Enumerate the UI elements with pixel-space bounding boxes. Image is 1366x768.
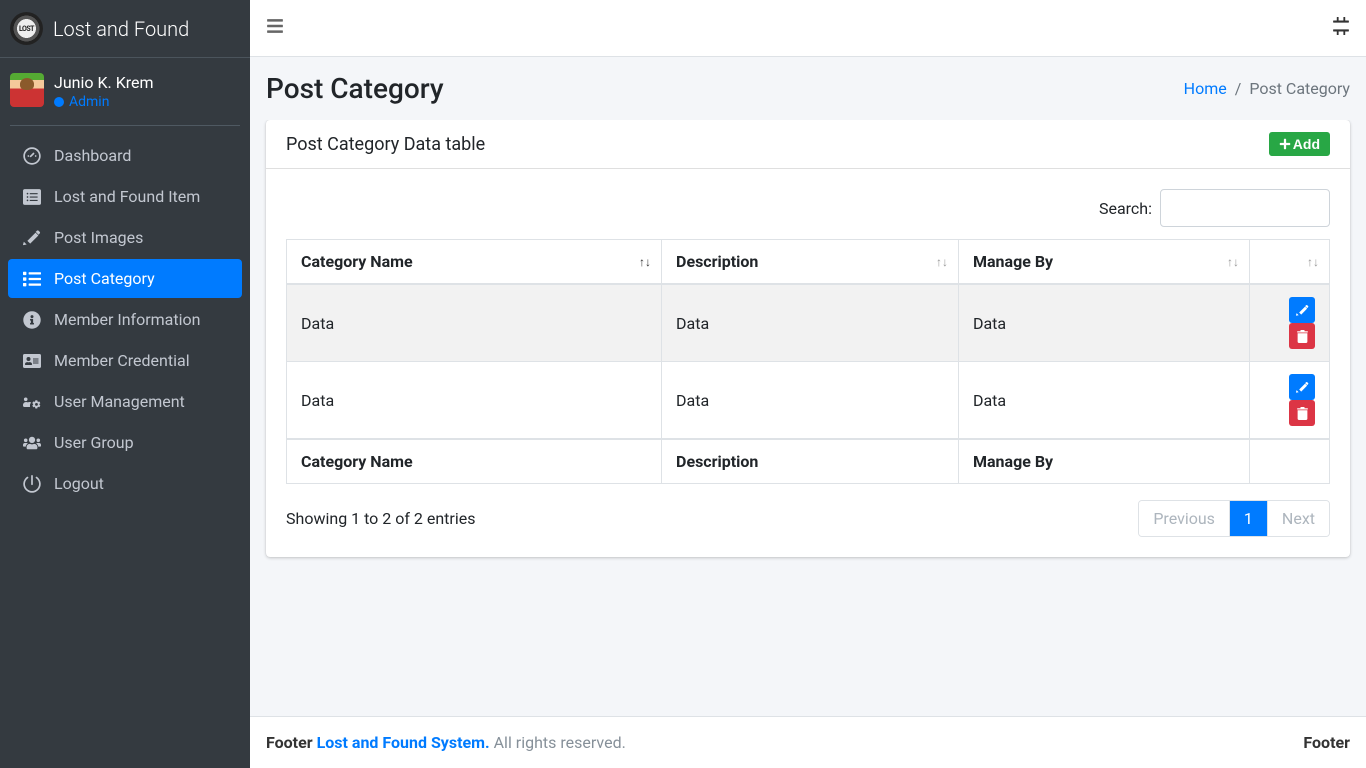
user-panel: Junio K. Krem Admin [0, 58, 250, 125]
table-footer: Showing 1 to 2 of 2 entries Previous 1 N… [286, 500, 1330, 537]
footer-left: Footer Lost and Found System. All rights… [266, 733, 626, 752]
delete-button[interactable] [1289, 400, 1315, 426]
page-title: Post Category [266, 72, 444, 105]
sidebar-item-lost-found[interactable]: Lost and Found Item [8, 177, 242, 216]
sort-icon: ↑↓ [936, 255, 948, 269]
dashboard-icon [20, 147, 44, 165]
user-role: Admin [54, 94, 154, 110]
footer: Footer Lost and Found System. All rights… [250, 716, 1366, 768]
hamburger-icon[interactable] [266, 17, 284, 39]
data-card: Post Category Data table Add Search: Cat… [266, 120, 1350, 557]
topbar [250, 0, 1366, 57]
search-label: Search: [1099, 199, 1152, 218]
breadcrumb: Home / Post Category [1184, 79, 1350, 98]
search-row: Search: [286, 189, 1330, 227]
users-icon [20, 434, 44, 452]
table-row: Data Data Data [287, 362, 1330, 440]
sort-icon: ↑↓ [1307, 255, 1319, 269]
card-title: Post Category Data table [286, 134, 485, 155]
sidebar-item-label: Lost and Found Item [54, 187, 200, 206]
add-button[interactable]: Add [1269, 132, 1330, 156]
sidebar-item-label: Post Category [54, 269, 155, 288]
footer-right: Footer [1303, 733, 1350, 752]
sort-icon: ↑↓ [1227, 255, 1239, 269]
page-1[interactable]: 1 [1230, 501, 1268, 536]
breadcrumb-current: Post Category [1249, 79, 1350, 98]
edit-button[interactable] [1289, 297, 1315, 323]
col-manage-by[interactable]: Manage By↑↓ [958, 240, 1249, 285]
sidebar: LOST Lost and Found Junio K. Krem Admin … [0, 0, 250, 768]
main: Post Category Home / Post Category Post … [250, 0, 1366, 768]
list-alt-icon [20, 188, 44, 206]
sidebar-item-label: User Management [54, 392, 185, 411]
breadcrumb-home[interactable]: Home [1184, 79, 1227, 98]
sidebar-nav: Dashboard Lost and Found Item Post Image… [0, 136, 250, 503]
sidebar-item-label: Post Images [54, 228, 143, 247]
table-row: Data Data Data [287, 284, 1330, 362]
plus-icon [1279, 138, 1291, 150]
sidebar-item-post-category[interactable]: Post Category [8, 259, 242, 298]
footer-link[interactable]: Lost and Found System. [317, 733, 490, 752]
card-body: Search: Category Name↑↓ Description↑↓ Ma… [266, 169, 1350, 557]
fullscreen-icon[interactable] [1332, 17, 1350, 39]
sidebar-item-user-group[interactable]: User Group [8, 423, 242, 462]
sidebar-item-user-mgmt[interactable]: User Management [8, 382, 242, 421]
foot-description: Description [662, 439, 959, 484]
status-dot-icon [54, 97, 64, 107]
data-table: Category Name↑↓ Description↑↓ Manage By↑… [286, 239, 1330, 484]
sort-icon: ↑↓ [639, 255, 651, 269]
sidebar-item-label: Logout [54, 474, 104, 493]
sidebar-item-dashboard[interactable]: Dashboard [8, 136, 242, 175]
page-prev[interactable]: Previous [1139, 501, 1230, 536]
users-cog-icon [20, 393, 44, 411]
table-info: Showing 1 to 2 of 2 entries [286, 509, 475, 528]
sidebar-item-label: Member Credential [54, 351, 190, 370]
delete-button[interactable] [1289, 323, 1315, 349]
sidebar-item-member-credential[interactable]: Member Credential [8, 341, 242, 380]
edit-icon [20, 229, 44, 247]
content: Post Category Data table Add Search: Cat… [250, 120, 1366, 768]
brand-logo-icon: LOST [10, 12, 43, 45]
sidebar-item-post-images[interactable]: Post Images [8, 218, 242, 257]
brand-text: Lost and Found [53, 17, 189, 41]
col-actions: ↑↓ [1250, 240, 1330, 285]
search-input[interactable] [1160, 189, 1330, 227]
power-icon [20, 475, 44, 493]
list-icon [20, 270, 44, 288]
brand[interactable]: LOST Lost and Found [0, 0, 250, 58]
id-card-icon [20, 352, 44, 370]
sidebar-item-label: Member Information [54, 310, 200, 329]
col-description[interactable]: Description↑↓ [662, 240, 959, 285]
foot-category: Category Name [287, 439, 662, 484]
col-category[interactable]: Category Name↑↓ [287, 240, 662, 285]
info-icon [20, 311, 44, 329]
sidebar-item-label: User Group [54, 433, 134, 452]
foot-manage-by: Manage By [958, 439, 1249, 484]
sidebar-item-member-info[interactable]: Member Information [8, 300, 242, 339]
sidebar-item-label: Dashboard [54, 146, 131, 165]
content-header: Post Category Home / Post Category [250, 57, 1366, 120]
sidebar-item-logout[interactable]: Logout [8, 464, 242, 503]
foot-actions [1250, 439, 1330, 484]
edit-button[interactable] [1289, 374, 1315, 400]
page-next[interactable]: Next [1268, 501, 1329, 536]
avatar[interactable] [10, 73, 44, 107]
pagination: Previous 1 Next [1138, 500, 1330, 537]
divider [10, 125, 240, 126]
user-name[interactable]: Junio K. Krem [54, 73, 154, 92]
card-header: Post Category Data table Add [266, 120, 1350, 169]
breadcrumb-sep: / [1235, 79, 1242, 98]
